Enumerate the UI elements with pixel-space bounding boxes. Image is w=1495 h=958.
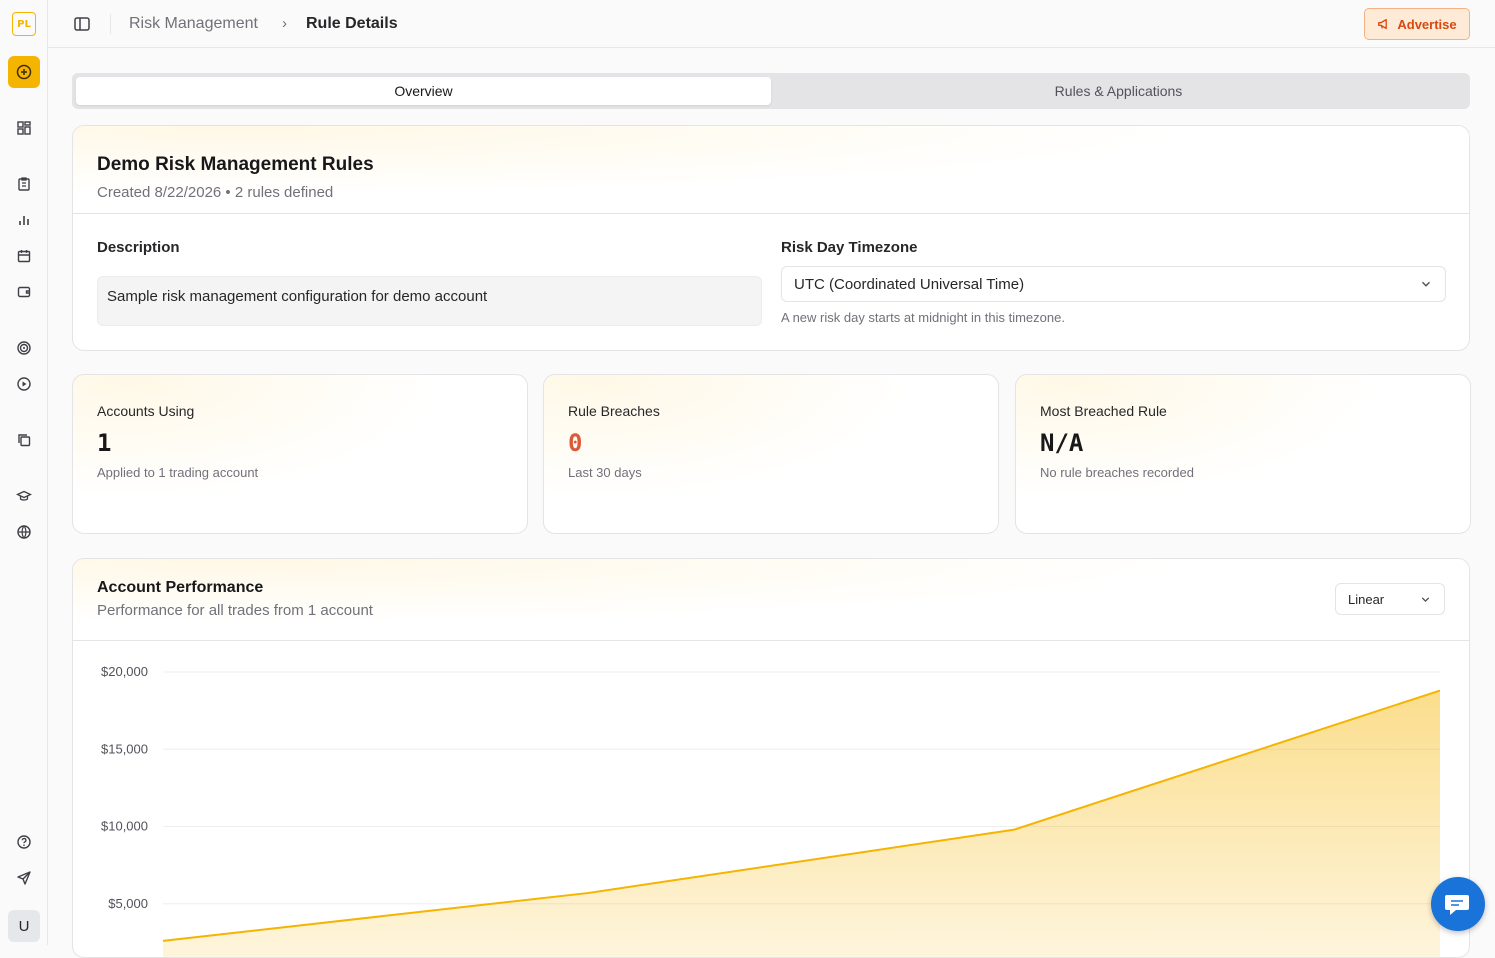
wallet-icon[interactable] <box>12 280 36 304</box>
chevron-down-icon <box>1421 597 1430 603</box>
y-tick-label: $20,000 <box>101 664 148 679</box>
breadcrumb-current: Rule Details <box>306 15 398 32</box>
performance-title: Account Performance <box>97 579 264 596</box>
topbar: Risk Management › Rule Details Advertise <box>48 0 1495 48</box>
timezone-value: UTC (Coordinated Universal Time) <box>794 276 1025 293</box>
play-icon[interactable] <box>12 372 36 396</box>
timezone-hint: A new risk day starts at midnight in thi… <box>781 310 1065 325</box>
bar-chart-icon[interactable] <box>12 208 36 232</box>
timezone-select[interactable]: UTC (Coordinated Universal Time) <box>781 266 1446 302</box>
send-icon[interactable] <box>12 866 36 890</box>
advertise-button[interactable]: Advertise <box>1364 8 1470 40</box>
chevron-down-icon <box>1422 281 1430 287</box>
copy-icon[interactable] <box>12 428 36 452</box>
graduation-cap-icon[interactable] <box>12 484 36 508</box>
y-tick-label: $15,000 <box>101 741 148 756</box>
scale-value: Linear <box>1348 592 1385 607</box>
stat-card-most-breached: Most Breached Rule N/A No rule breaches … <box>1015 374 1471 534</box>
megaphone-icon <box>1378 18 1388 30</box>
breadcrumb-separator: › <box>282 15 287 32</box>
rule-meta: Created 8/22/2026 • 2 rules defined <box>97 184 334 201</box>
stat-subtext: Applied to 1 trading account <box>97 465 259 480</box>
stat-value: N/A <box>1040 429 1084 457</box>
chat-button[interactable] <box>1431 877 1485 931</box>
performance-header: Account Performance Performance for all … <box>73 559 1469 641</box>
performance-chart: $20,000 $15,000 $10,000 $5,000 <box>101 664 1441 957</box>
stat-label: Rule Breaches <box>568 403 660 419</box>
tab-overview[interactable]: Overview <box>76 77 771 105</box>
description-text: Sample risk management configuration for… <box>97 276 762 326</box>
stat-card-accounts: Accounts Using 1 Applied to 1 trading ac… <box>72 374 528 534</box>
stat-label: Accounts Using <box>97 403 195 419</box>
clipboard-icon[interactable] <box>12 172 36 196</box>
chat-icon <box>1445 895 1469 915</box>
stat-value: 0 <box>568 429 583 457</box>
y-tick-label: $10,000 <box>101 819 148 834</box>
stat-card-breaches: Rule Breaches 0 Last 30 days <box>543 374 999 534</box>
divider <box>110 14 111 34</box>
sidebar-toggle-icon[interactable] <box>72 14 92 34</box>
timezone-label: Risk Day Timezone <box>781 239 918 256</box>
scale-select[interactable]: Linear <box>1335 583 1445 615</box>
user-avatar[interactable]: U <box>8 910 40 942</box>
area-fill <box>163 690 1440 957</box>
tab-bar: Overview Rules & Applications <box>72 73 1470 109</box>
advertise-label: Advertise <box>1397 16 1457 32</box>
sidebar: PL U <box>0 0 48 945</box>
dashboard-icon[interactable] <box>12 116 36 140</box>
rule-header: Demo Risk Management Rules Created 8/22/… <box>73 126 1469 214</box>
stat-subtext: Last 30 days <box>568 465 642 480</box>
globe-icon[interactable] <box>12 520 36 544</box>
target-icon[interactable] <box>12 336 36 360</box>
y-tick-label: $5,000 <box>108 896 148 911</box>
stat-value: 1 <box>97 429 112 457</box>
performance-card: Account Performance Performance for all … <box>72 558 1470 958</box>
add-icon[interactable] <box>8 56 40 88</box>
stat-label: Most Breached Rule <box>1040 403 1167 419</box>
rule-title: Demo Risk Management Rules <box>97 154 374 175</box>
tab-rules-applications[interactable]: Rules & Applications <box>771 77 1466 105</box>
help-icon[interactable] <box>12 830 36 854</box>
rule-details-card: Demo Risk Management Rules Created 8/22/… <box>72 125 1470 351</box>
performance-subtitle: Performance for all trades from 1 accoun… <box>97 602 373 619</box>
description-label: Description <box>97 239 180 256</box>
app-logo[interactable]: PL <box>12 12 36 36</box>
stat-subtext: No rule breaches recorded <box>1040 465 1194 480</box>
calendar-icon[interactable] <box>12 244 36 268</box>
breadcrumb-parent[interactable]: Risk Management <box>129 15 258 33</box>
